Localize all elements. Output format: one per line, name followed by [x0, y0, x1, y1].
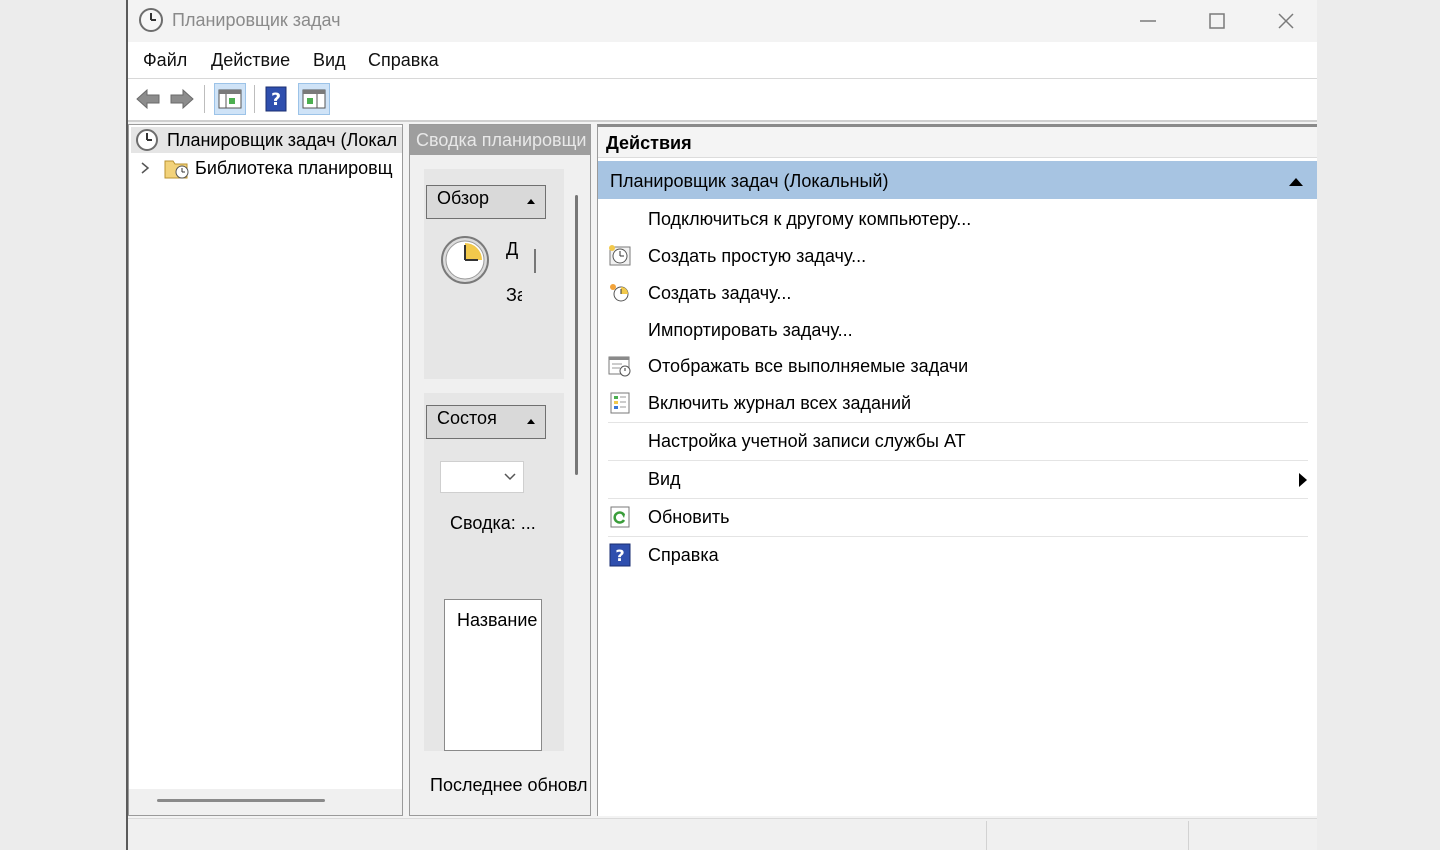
overview-text-line2: За [506, 285, 522, 305]
overview-text-line1: Д [506, 239, 519, 259]
help-icon: ? [609, 543, 631, 567]
action-create-basic-task[interactable]: Создать простую задачу... [598, 238, 1317, 274]
folder-clock-icon [164, 160, 189, 179]
summary-label: Сводка: ... [450, 513, 536, 533]
status-separator [1188, 821, 1189, 850]
inner-scrollbar-thumb[interactable] [534, 249, 536, 273]
action-connect-computer[interactable]: Подключиться к другому компьютеру... [598, 201, 1317, 237]
console-tree-pane: Планировщик задач (Локал Библиотека план… [128, 124, 403, 816]
task-status-list: Название [444, 599, 542, 751]
tree-library-label: Библиотека планировщ [195, 157, 393, 178]
status-bar [128, 818, 1317, 850]
menu-view[interactable]: Вид [313, 50, 346, 71]
collapse-arrow-icon [527, 419, 535, 424]
clock-icon [139, 8, 163, 32]
action-label: Подключиться к другому компьютеру... [648, 209, 972, 229]
action-help[interactable]: ? Справка [598, 537, 1317, 573]
horizontal-scrollbar[interactable] [129, 789, 402, 815]
action-enable-history[interactable]: Включить журнал всех заданий [598, 385, 1317, 421]
close-button[interactable] [1256, 0, 1316, 42]
action-label: Отображать все выполняемые задачи [648, 356, 969, 376]
name-column-header[interactable]: Название [457, 610, 537, 631]
show-hide-console-tree-icon [218, 89, 242, 109]
actions-title: Действия [598, 127, 1317, 158]
chevron-down-icon [504, 473, 516, 481]
action-label: Вид [648, 469, 681, 489]
create-basic-task-icon [609, 245, 631, 266]
close-icon [1278, 13, 1294, 29]
status-title: Состоя [437, 408, 497, 428]
overview-title: Обзор [437, 188, 489, 208]
refresh-icon [610, 506, 630, 528]
action-label: Справка [648, 545, 719, 565]
scrollbar-thumb[interactable] [157, 799, 325, 802]
submenu-arrow-icon [1299, 473, 1307, 487]
show-hide-action-pane-button[interactable] [298, 83, 330, 115]
svg-text:?: ? [271, 90, 281, 110]
action-create-task[interactable]: Создать задачу... [598, 275, 1317, 311]
svg-text:?: ? [615, 546, 624, 565]
actions-group-label: Планировщик задач (Локальный) [610, 171, 889, 191]
title-bar: Планировщик задач [128, 0, 1317, 42]
minimize-icon [1140, 20, 1156, 22]
menu-action[interactable]: Действие [211, 50, 290, 71]
action-label: Настройка учетной записи службы AT [648, 431, 966, 451]
tree-item-root[interactable]: Планировщик задач (Локал [131, 127, 402, 153]
create-task-icon [610, 284, 629, 302]
clock-icon [136, 129, 158, 151]
maximize-button[interactable] [1187, 0, 1247, 42]
status-separator [986, 821, 987, 850]
toolbar-separator [254, 85, 255, 113]
forward-arrow-icon [170, 88, 194, 110]
back-arrow-icon [136, 88, 160, 110]
actions-pane: Действия Планировщик задач (Локальный) П… [597, 124, 1317, 816]
menu-bar: Файл Действие Вид Справка [128, 42, 1317, 79]
help-icon: ? [265, 86, 287, 112]
action-import-task[interactable]: Импортировать задачу... [598, 312, 1317, 348]
summary-content: Обзор Д За Состоя [424, 169, 564, 751]
running-tasks-icon [608, 356, 631, 377]
last-update-text: Последнее обновл [430, 775, 588, 795]
clock-icon [441, 236, 489, 284]
action-view[interactable]: Вид [598, 461, 1317, 497]
action-display-running-tasks[interactable]: Отображать все выполняемые задачи [598, 348, 1317, 384]
vertical-scrollbar[interactable] [575, 195, 578, 475]
menu-file[interactable]: Файл [143, 50, 187, 71]
minimize-button[interactable] [1118, 0, 1178, 42]
action-label: Создать задачу... [648, 283, 792, 303]
show-hide-console-tree-button[interactable] [214, 83, 246, 115]
menu-help[interactable]: Справка [368, 50, 439, 71]
tree-root-label: Планировщик задач (Локал [167, 129, 398, 150]
summary-pane: Сводка планировщи Обзор Д За Состоя [409, 124, 591, 816]
action-label: Создать простую задачу... [648, 246, 867, 266]
period-dropdown[interactable] [440, 461, 524, 493]
action-label: Включить журнал всех заданий [648, 393, 912, 413]
chevron-right-icon[interactable] [139, 161, 151, 175]
window-title: Планировщик задач [172, 10, 341, 30]
collapse-up-icon [1289, 178, 1303, 186]
help-button[interactable]: ? [260, 83, 292, 115]
toolbar: ? [128, 79, 1317, 122]
action-refresh[interactable]: Обновить [598, 499, 1317, 535]
maximize-icon [1209, 13, 1225, 29]
collapse-arrow-icon [527, 199, 535, 204]
forward-button[interactable] [166, 83, 198, 115]
overview-section-header[interactable]: Обзор [426, 185, 546, 219]
history-log-icon [610, 392, 630, 414]
action-at-service-account[interactable]: Настройка учетной записи службы AT [598, 423, 1317, 459]
section-gap [424, 379, 564, 393]
show-hide-action-pane-icon [302, 89, 326, 109]
actions-group-header[interactable]: Планировщик задач (Локальный) [598, 161, 1317, 199]
tree-item-library[interactable]: Библиотека планировщ [139, 155, 393, 181]
action-label: Импортировать задачу... [648, 320, 853, 340]
status-section-header[interactable]: Состоя [426, 405, 546, 439]
back-button[interactable] [132, 83, 164, 115]
action-label: Обновить [648, 507, 730, 527]
toolbar-separator [204, 85, 205, 113]
summary-header: Сводка планировщи [410, 125, 590, 155]
task-scheduler-window: Планировщик задач Файл Действие Вид Спра… [126, 0, 1317, 850]
